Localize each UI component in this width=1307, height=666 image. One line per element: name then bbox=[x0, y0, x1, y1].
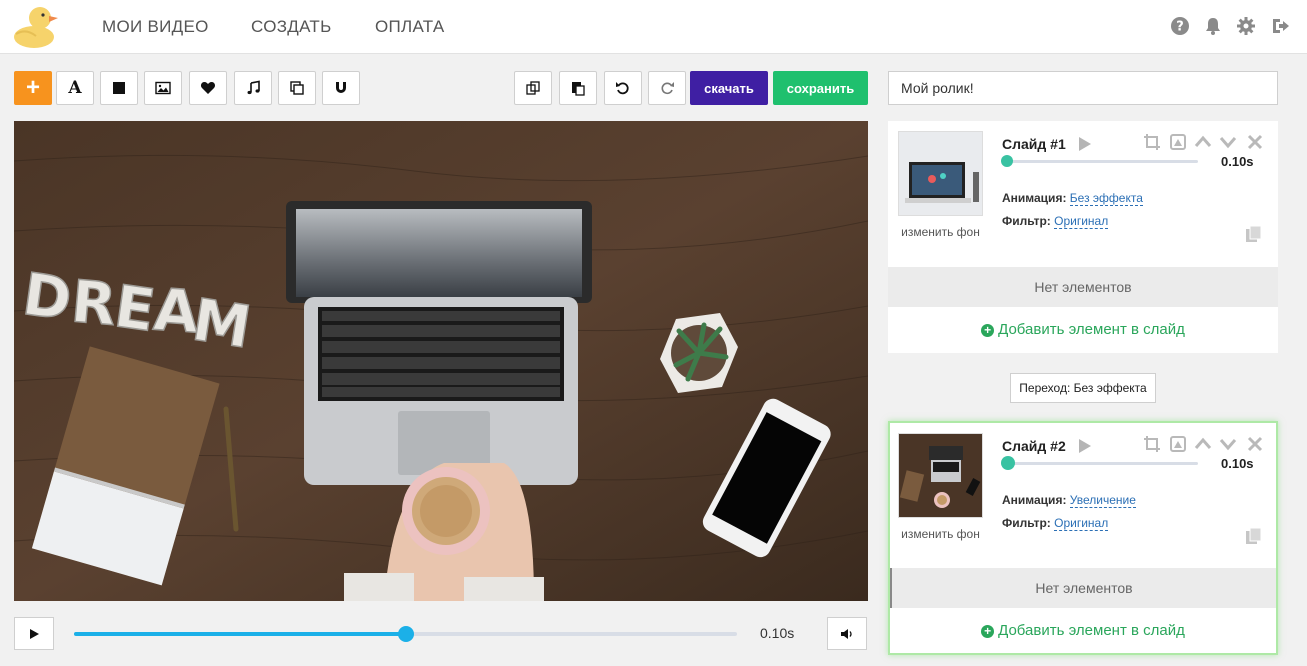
magnet-icon bbox=[336, 82, 346, 93]
laptop-thumbnail-image bbox=[899, 132, 982, 215]
add-element-label: Добавить элемент в слайд bbox=[998, 321, 1185, 338]
duck-logo[interactable] bbox=[12, 4, 62, 48]
crop-icon[interactable] bbox=[1143, 435, 1161, 453]
volume-button[interactable] bbox=[827, 617, 867, 650]
crop-icon[interactable] bbox=[1143, 133, 1161, 151]
animation-label: Анимация: bbox=[1002, 493, 1067, 507]
add-element-label: Добавить элемент в слайд bbox=[998, 622, 1185, 639]
filter-link[interactable]: Оригинал bbox=[1054, 214, 1109, 229]
close-icon[interactable] bbox=[1247, 436, 1263, 452]
redo-button[interactable] bbox=[648, 71, 686, 105]
plus-circle-icon: + bbox=[981, 324, 995, 337]
copy-icon[interactable] bbox=[1245, 527, 1263, 545]
duplicate-button[interactable] bbox=[278, 71, 316, 105]
slide-card-2[interactable]: изменить фон Слайд #2 0.10s Анимация: Ув… bbox=[888, 421, 1278, 655]
timeline-knob[interactable] bbox=[397, 626, 414, 642]
plus-circle-icon: + bbox=[981, 625, 995, 638]
slide-canvas[interactable]: D R E A M bbox=[14, 121, 868, 601]
image-icon bbox=[155, 81, 171, 95]
slide-duration-knob[interactable] bbox=[1001, 155, 1013, 167]
nav-payment[interactable]: ОПЛАТА bbox=[375, 17, 445, 37]
transition-button[interactable]: Переход: Без эффекта bbox=[1010, 373, 1156, 403]
logout-icon[interactable] bbox=[1270, 16, 1290, 36]
heart-icon bbox=[200, 82, 216, 94]
slide-duration: 0.10s bbox=[1221, 154, 1254, 169]
empty-elements-message: Нет элементов bbox=[890, 568, 1276, 608]
redo-icon bbox=[661, 82, 674, 95]
animation-row: Анимация: Увеличение bbox=[1002, 493, 1136, 508]
move-up-icon[interactable] bbox=[1194, 133, 1212, 151]
svg-text:?: ? bbox=[1176, 20, 1184, 35]
slide-duration-knob[interactable] bbox=[1001, 456, 1015, 470]
filter-label: Фильтр: bbox=[1002, 214, 1051, 228]
play-icon bbox=[30, 628, 39, 639]
move-up-icon[interactable] bbox=[1194, 435, 1212, 453]
filter-row: Фильтр: Оригинал bbox=[1002, 214, 1109, 229]
image-adjust-icon[interactable] bbox=[1169, 133, 1187, 151]
slide-thumbnail[interactable] bbox=[898, 433, 983, 518]
animation-row: Анимация: Без эффекта bbox=[1002, 191, 1143, 206]
move-down-icon[interactable] bbox=[1219, 435, 1237, 453]
animation-link[interactable]: Увеличение bbox=[1069, 493, 1136, 508]
svg-text:M: M bbox=[188, 285, 256, 361]
filter-link[interactable]: Оригинал bbox=[1054, 516, 1109, 531]
slide-card-1[interactable]: изменить фон Слайд #1 0.10s Анимация: Бе… bbox=[888, 121, 1278, 353]
paste-icon bbox=[572, 82, 585, 96]
play-icon[interactable] bbox=[1077, 438, 1093, 454]
top-header: МОИ ВИДЕО СОЗДАТЬ ОПЛАТА ? bbox=[0, 0, 1307, 54]
desk-thumbnail-image bbox=[899, 434, 982, 517]
current-time: 0.10s bbox=[760, 625, 795, 641]
bell-icon[interactable] bbox=[1203, 16, 1223, 36]
square-icon bbox=[113, 82, 125, 94]
volume-icon bbox=[841, 628, 852, 639]
download-button[interactable]: скачать bbox=[690, 71, 768, 105]
nav-my-videos[interactable]: МОИ ВИДЕО bbox=[102, 17, 209, 37]
undo-icon bbox=[616, 82, 629, 95]
add-element-button[interactable]: + Добавить элемент в слайд bbox=[888, 307, 1278, 353]
empty-elements-message: Нет элементов bbox=[888, 267, 1278, 307]
image-adjust-icon[interactable] bbox=[1169, 435, 1187, 453]
add-button[interactable]: + bbox=[14, 71, 52, 105]
play-button[interactable] bbox=[14, 617, 54, 650]
gear-icon[interactable] bbox=[1236, 16, 1256, 36]
slide-title: Слайд #1 bbox=[1002, 136, 1066, 152]
animation-link[interactable]: Без эффекта bbox=[1069, 191, 1143, 206]
animation-label: Анимация: bbox=[1002, 191, 1067, 205]
timeline-track[interactable] bbox=[74, 626, 737, 642]
slide-thumbnail[interactable] bbox=[898, 131, 983, 216]
add-music-button[interactable] bbox=[234, 71, 272, 105]
filter-label: Фильтр: bbox=[1002, 516, 1051, 530]
copy-icon bbox=[290, 81, 304, 95]
help-icon[interactable]: ? bbox=[1170, 16, 1190, 36]
change-background-link[interactable]: изменить фон bbox=[893, 527, 988, 541]
timeline-progress bbox=[74, 632, 406, 636]
project-name-input[interactable] bbox=[888, 71, 1278, 105]
magnet-button[interactable] bbox=[322, 71, 360, 105]
copy-icon bbox=[526, 81, 540, 95]
add-sticker-button[interactable] bbox=[189, 71, 227, 105]
copy-icon[interactable] bbox=[1245, 225, 1263, 243]
filter-row: Фильтр: Оригинал bbox=[1002, 516, 1109, 531]
nav-create[interactable]: СОЗДАТЬ bbox=[251, 17, 332, 37]
paste-button[interactable] bbox=[559, 71, 597, 105]
slide-duration-slider[interactable] bbox=[1001, 456, 1198, 470]
play-icon[interactable] bbox=[1077, 136, 1093, 152]
add-text-button[interactable]: A bbox=[56, 71, 94, 105]
add-element-button[interactable]: + Добавить элемент в слайд bbox=[890, 608, 1276, 654]
slide-duration: 0.10s bbox=[1221, 456, 1254, 471]
music-note-icon bbox=[247, 80, 260, 95]
save-button[interactable]: сохранить bbox=[773, 71, 868, 105]
add-shape-button[interactable] bbox=[100, 71, 138, 105]
slide-title: Слайд #2 bbox=[1002, 438, 1066, 454]
svg-text:D: D bbox=[19, 260, 76, 334]
desk-scene-image: D R E A M bbox=[14, 121, 868, 601]
change-background-link[interactable]: изменить фон bbox=[893, 225, 988, 239]
add-image-button[interactable] bbox=[144, 71, 182, 105]
copy-slide-button[interactable] bbox=[514, 71, 552, 105]
undo-button[interactable] bbox=[604, 71, 642, 105]
slide-duration-slider[interactable] bbox=[1001, 155, 1198, 167]
move-down-icon[interactable] bbox=[1219, 133, 1237, 151]
laptop bbox=[286, 201, 592, 485]
close-icon[interactable] bbox=[1247, 134, 1263, 150]
